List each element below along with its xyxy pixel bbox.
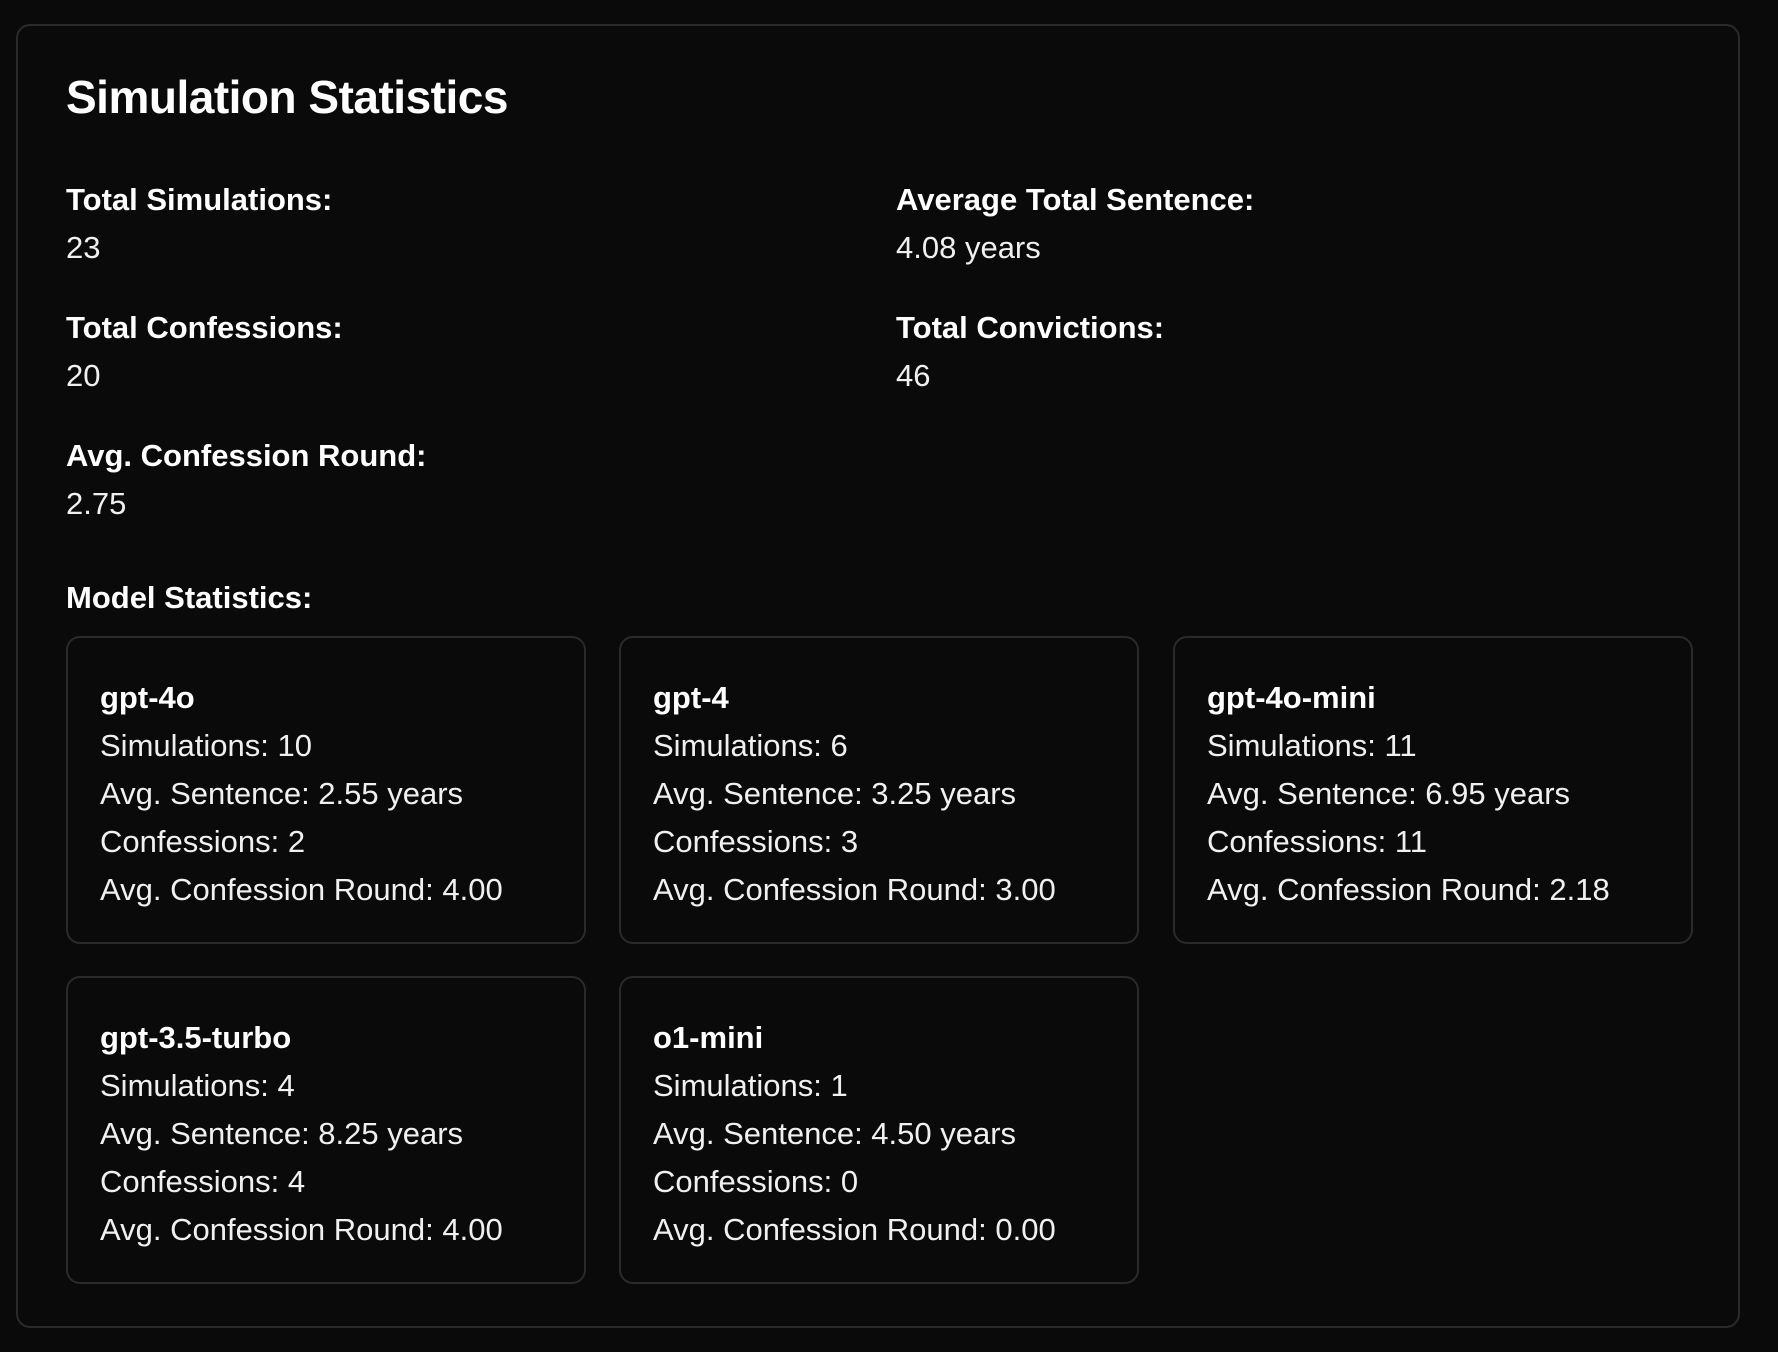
model-avg-confession-round: Avg. Confession Round: 0.00 — [653, 1212, 1056, 1247]
model-card-gpt-3-5-turbo: gpt-3.5-turbo Simulations: 4 Avg. Senten… — [66, 976, 586, 1284]
model-avg-sentence: Avg. Sentence: 2.55 years — [100, 776, 464, 811]
stat-value: 23 — [66, 230, 101, 265]
model-avg-confession-round: Avg. Confession Round: 4.00 — [100, 1212, 503, 1247]
stat-value: 2.75 — [66, 486, 127, 521]
model-avg-confession-round: Avg. Confession Round: 4.00 — [100, 872, 503, 907]
model-statistics-heading: Model Statistics: — [66, 580, 313, 615]
model-name: gpt-4 — [653, 680, 729, 715]
model-card-gpt-4: gpt-4 Simulations: 6 Avg. Sentence: 3.25… — [619, 636, 1139, 944]
stat-value: 46 — [896, 358, 931, 393]
model-avg-sentence: Avg. Sentence: 6.95 years — [1207, 776, 1571, 811]
model-avg-sentence: Avg. Sentence: 4.50 years — [653, 1116, 1017, 1151]
model-card-gpt-4o: gpt-4o Simulations: 10 Avg. Sentence: 2.… — [66, 636, 586, 944]
model-simulations: Simulations: 4 — [100, 1068, 295, 1103]
model-name: gpt-4o-mini — [1207, 680, 1376, 715]
model-confessions: Confessions: 0 — [653, 1164, 859, 1199]
model-name: o1-mini — [653, 1020, 764, 1055]
stat-avg-confession-round: Avg. Confession Round: 2.75 — [66, 432, 766, 528]
model-simulations: Simulations: 10 — [100, 728, 312, 763]
stat-total-simulations: Total Simulations: 23 — [66, 176, 766, 272]
model-confessions: Confessions: 11 — [1207, 824, 1427, 859]
stat-label: Total Confessions: — [66, 310, 343, 345]
model-avg-confession-round: Avg. Confession Round: 2.18 — [1207, 872, 1610, 907]
stat-label: Average Total Sentence: — [896, 182, 1255, 217]
simulation-statistics-panel: Simulation Statistics Total Simulations:… — [16, 24, 1740, 1328]
model-simulations: Simulations: 6 — [653, 728, 848, 763]
model-card-o1-mini: o1-mini Simulations: 1 Avg. Sentence: 4.… — [619, 976, 1139, 1284]
stat-total-confessions: Total Confessions: 20 — [66, 304, 766, 400]
model-avg-sentence: Avg. Sentence: 8.25 years — [100, 1116, 464, 1151]
panel-title: Simulation Statistics — [66, 71, 508, 123]
stat-label: Avg. Confession Round: — [66, 438, 427, 473]
model-card-gpt-4o-mini: gpt-4o-mini Simulations: 11 Avg. Sentenc… — [1173, 636, 1693, 944]
model-confessions: Confessions: 3 — [653, 824, 859, 859]
model-name: gpt-4o — [100, 680, 195, 715]
stat-label: Total Simulations: — [66, 182, 333, 217]
stat-value: 20 — [66, 358, 101, 393]
stat-value: 4.08 years — [896, 230, 1041, 265]
model-avg-sentence: Avg. Sentence: 3.25 years — [653, 776, 1017, 811]
model-confessions: Confessions: 2 — [100, 824, 306, 859]
model-simulations: Simulations: 1 — [653, 1068, 848, 1103]
model-avg-confession-round: Avg. Confession Round: 3.00 — [653, 872, 1056, 907]
model-name: gpt-3.5-turbo — [100, 1020, 292, 1055]
stat-average-total-sentence: Average Total Sentence: 4.08 years — [896, 176, 1596, 272]
stat-total-convictions: Total Convictions: 46 — [896, 304, 1596, 400]
model-simulations: Simulations: 11 — [1207, 728, 1417, 763]
stat-label: Total Convictions: — [896, 310, 1165, 345]
model-confessions: Confessions: 4 — [100, 1164, 306, 1199]
